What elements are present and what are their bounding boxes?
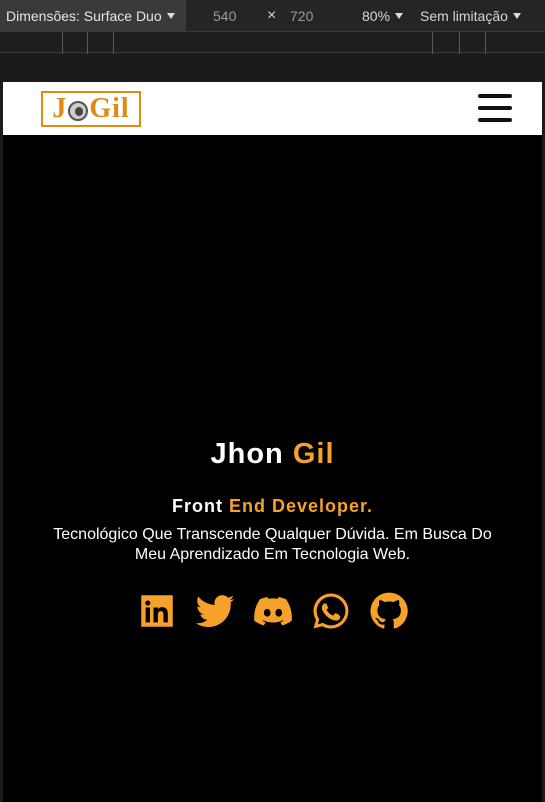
discord-icon[interactable] <box>252 590 294 632</box>
ruler-tick <box>87 32 88 54</box>
avatar-icon <box>68 101 89 121</box>
role-developer: Developer. <box>271 496 374 516</box>
ruler-tick <box>113 32 114 54</box>
dimension-separator: × <box>267 6 277 24</box>
devtools-toolbar: Dimensões: Surface Duo 540 × 720 80% Sem… <box>0 0 545 31</box>
logo-letter: J <box>52 93 68 124</box>
throttle-label: Sem limitação <box>420 7 508 24</box>
hero-role: Front End Developer. <box>3 496 542 517</box>
dimensions-dropdown[interactable]: Dimensões: Surface Duo <box>0 0 186 31</box>
site-logo[interactable]: J Gil <box>41 91 141 127</box>
device-viewport: J Gil Jhon Gil Front End Developer. Tecn… <box>3 82 542 802</box>
role-end: End <box>228 496 266 516</box>
media-query-ruler <box>0 31 545 54</box>
ruler-tick <box>485 32 486 54</box>
chevron-down-icon <box>395 13 404 19</box>
width-input[interactable]: 540 <box>213 0 236 31</box>
site-header: J Gil <box>3 82 542 135</box>
name-first: Jhon <box>210 438 284 470</box>
zoom-dropdown[interactable]: 80% <box>362 0 404 31</box>
hero-section: Jhon Gil Front End Developer. Tecnológic… <box>3 135 542 802</box>
ruler-tick <box>432 32 433 54</box>
ruler-tick <box>459 32 460 54</box>
name-last: Gil <box>292 438 335 470</box>
github-icon[interactable] <box>368 590 410 632</box>
viewport-gutter <box>0 54 545 82</box>
whatsapp-icon[interactable] <box>310 590 352 632</box>
ruler-tick <box>62 32 63 54</box>
dimensions-label: Dimensões: Surface Duo <box>6 7 162 24</box>
logo-text: Gil <box>89 93 130 124</box>
hero-name: Jhon Gil <box>3 438 542 471</box>
role-front: Front <box>171 496 223 516</box>
chevron-down-icon <box>512 13 521 19</box>
hero-description: Tecnológico Que Transcende Qualquer Dúvi… <box>53 526 492 563</box>
twitter-icon[interactable] <box>194 590 236 632</box>
zoom-label: 80% <box>362 7 391 24</box>
social-links <box>3 590 542 632</box>
linkedin-icon[interactable] <box>136 590 178 632</box>
height-input[interactable]: 720 <box>290 0 313 31</box>
throttle-dropdown[interactable]: Sem limitação <box>420 0 521 31</box>
chevron-down-icon <box>166 13 175 19</box>
hamburger-icon[interactable] <box>478 94 512 123</box>
